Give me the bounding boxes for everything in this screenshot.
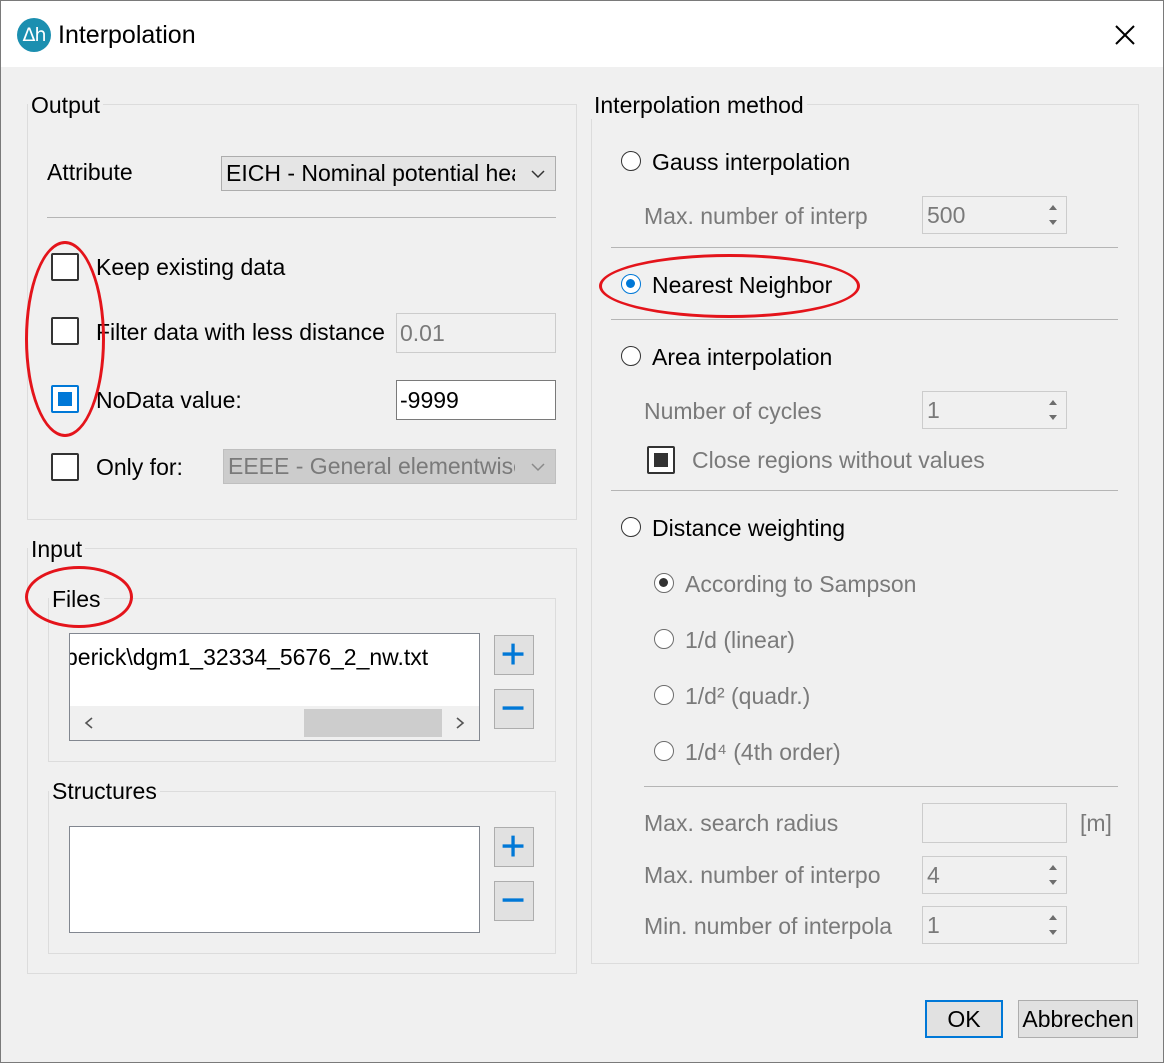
distance-weighting-radio[interactable] (621, 517, 641, 537)
title-bar: Δh Interpolation (1, 1, 1163, 67)
cycles-spinbox[interactable]: 1 (922, 391, 1067, 429)
close-regions-label: Close regions without values (692, 447, 985, 473)
area-radio[interactable] (621, 346, 641, 366)
min-interp-spinbox[interactable]: 1 (922, 906, 1067, 944)
nodata-checkbox[interactable] (51, 385, 79, 413)
chevron-down-icon (531, 170, 545, 179)
spin-down-icon[interactable] (1042, 925, 1064, 941)
plus-icon (502, 835, 524, 857)
spin-up-icon[interactable] (1042, 199, 1064, 215)
weighting-option-linear-label: 1/d (linear) (685, 627, 795, 653)
cancel-button[interactable]: Abbrechen (1018, 1000, 1138, 1038)
chevron-right-icon[interactable] (455, 717, 465, 729)
keep-existing-checkbox[interactable] (51, 253, 79, 281)
interpolation-dialog: Δh Interpolation Output Attribute EICH -… (0, 0, 1164, 1063)
method-separator (611, 319, 1118, 320)
structures-list[interactable] (69, 826, 480, 933)
input-legend: Input (28, 536, 86, 563)
search-radius-unit: [m] (1080, 810, 1112, 836)
weighting-option-sampson-radio[interactable] (654, 573, 674, 593)
ok-button[interactable]: OK (925, 1000, 1003, 1038)
nodata-value-input[interactable]: -9999 (396, 380, 556, 420)
files-horizontal-scrollbar[interactable] (70, 706, 479, 740)
weighting-option-linear-radio[interactable] (654, 629, 674, 649)
cycles-label: Number of cycles (644, 398, 822, 424)
only-for-label: Only for: (96, 454, 183, 480)
method-separator (611, 247, 1118, 248)
search-radius-input[interactable] (922, 803, 1067, 843)
files-list[interactable]: perick\dgm1_32334_5676_2_nw.txt (69, 633, 480, 741)
filter-data-label: Filter data with less distance (96, 319, 384, 345)
distance-weighting-label: Distance weighting (652, 515, 846, 541)
gauss-radio[interactable] (621, 151, 641, 171)
gauss-label: Gauss interpolation (652, 149, 851, 175)
structures-legend: Structures (49, 778, 160, 805)
spin-up-icon[interactable] (1042, 859, 1064, 875)
add-structure-button[interactable] (494, 827, 534, 867)
max-interp-spinbox[interactable]: 4 (922, 856, 1067, 894)
plus-icon (502, 643, 524, 665)
spin-down-icon[interactable] (1042, 875, 1064, 891)
spin-up-icon[interactable] (1042, 394, 1064, 410)
weighting-option-fourth-radio[interactable] (654, 741, 674, 761)
spin-down-icon[interactable] (1042, 215, 1064, 231)
output-legend: Output (28, 92, 104, 119)
spin-up-icon[interactable] (1042, 909, 1064, 925)
filter-distance-input[interactable]: 0.01 (396, 313, 556, 353)
max-interp-label: Max. number of interpo (644, 862, 881, 888)
weighting-option-sampson-label: According to Sampson (685, 571, 917, 597)
nearest-neighbor-radio[interactable] (621, 274, 641, 294)
only-for-checkbox[interactable] (51, 453, 79, 481)
weighting-option-quadratic-radio[interactable] (654, 685, 674, 705)
weighting-option-quadratic-label: 1/d² (quadr.) (685, 683, 811, 709)
spin-down-icon[interactable] (1042, 410, 1064, 426)
remove-file-button[interactable] (494, 689, 534, 729)
gauss-max-label: Max. number of interp (644, 203, 868, 229)
add-file-button[interactable] (494, 635, 534, 675)
distance-separator (644, 786, 1118, 787)
gauss-max-spinbox[interactable]: 500 (922, 196, 1067, 234)
list-item[interactable]: perick\dgm1_32334_5676_2_nw.txt (70, 644, 428, 671)
chevron-down-icon (531, 463, 545, 472)
minus-icon (502, 898, 524, 902)
only-for-select[interactable]: EEEE - General elementwise (223, 449, 556, 484)
search-radius-label: Max. search radius (644, 810, 839, 836)
close-regions-checkbox[interactable] (647, 446, 675, 474)
app-logo-icon: Δh (17, 18, 51, 52)
weighting-option-fourth-label: 1/d⁴ (4th order) (685, 739, 841, 765)
nearest-neighbor-label: Nearest Neighbor (652, 272, 833, 298)
minus-icon (502, 706, 524, 710)
chevron-left-icon[interactable] (84, 717, 94, 729)
nodata-label: NoData value: (96, 387, 242, 413)
remove-structure-button[interactable] (494, 881, 534, 921)
keep-existing-label: Keep existing data (96, 254, 286, 280)
close-icon[interactable] (1109, 19, 1141, 51)
attribute-select[interactable]: EICH - Nominal potential head (221, 156, 556, 191)
area-label: Area interpolation (652, 344, 833, 370)
window-title: Interpolation (58, 21, 196, 49)
files-legend: Files (49, 586, 104, 613)
filter-data-checkbox[interactable] (51, 317, 79, 345)
min-interp-label: Min. number of interpola (644, 913, 893, 939)
attribute-label: Attribute (47, 159, 133, 185)
method-legend: Interpolation method (591, 92, 807, 119)
method-separator (611, 490, 1118, 491)
scrollbar-thumb[interactable] (304, 709, 442, 737)
output-separator (47, 217, 556, 218)
